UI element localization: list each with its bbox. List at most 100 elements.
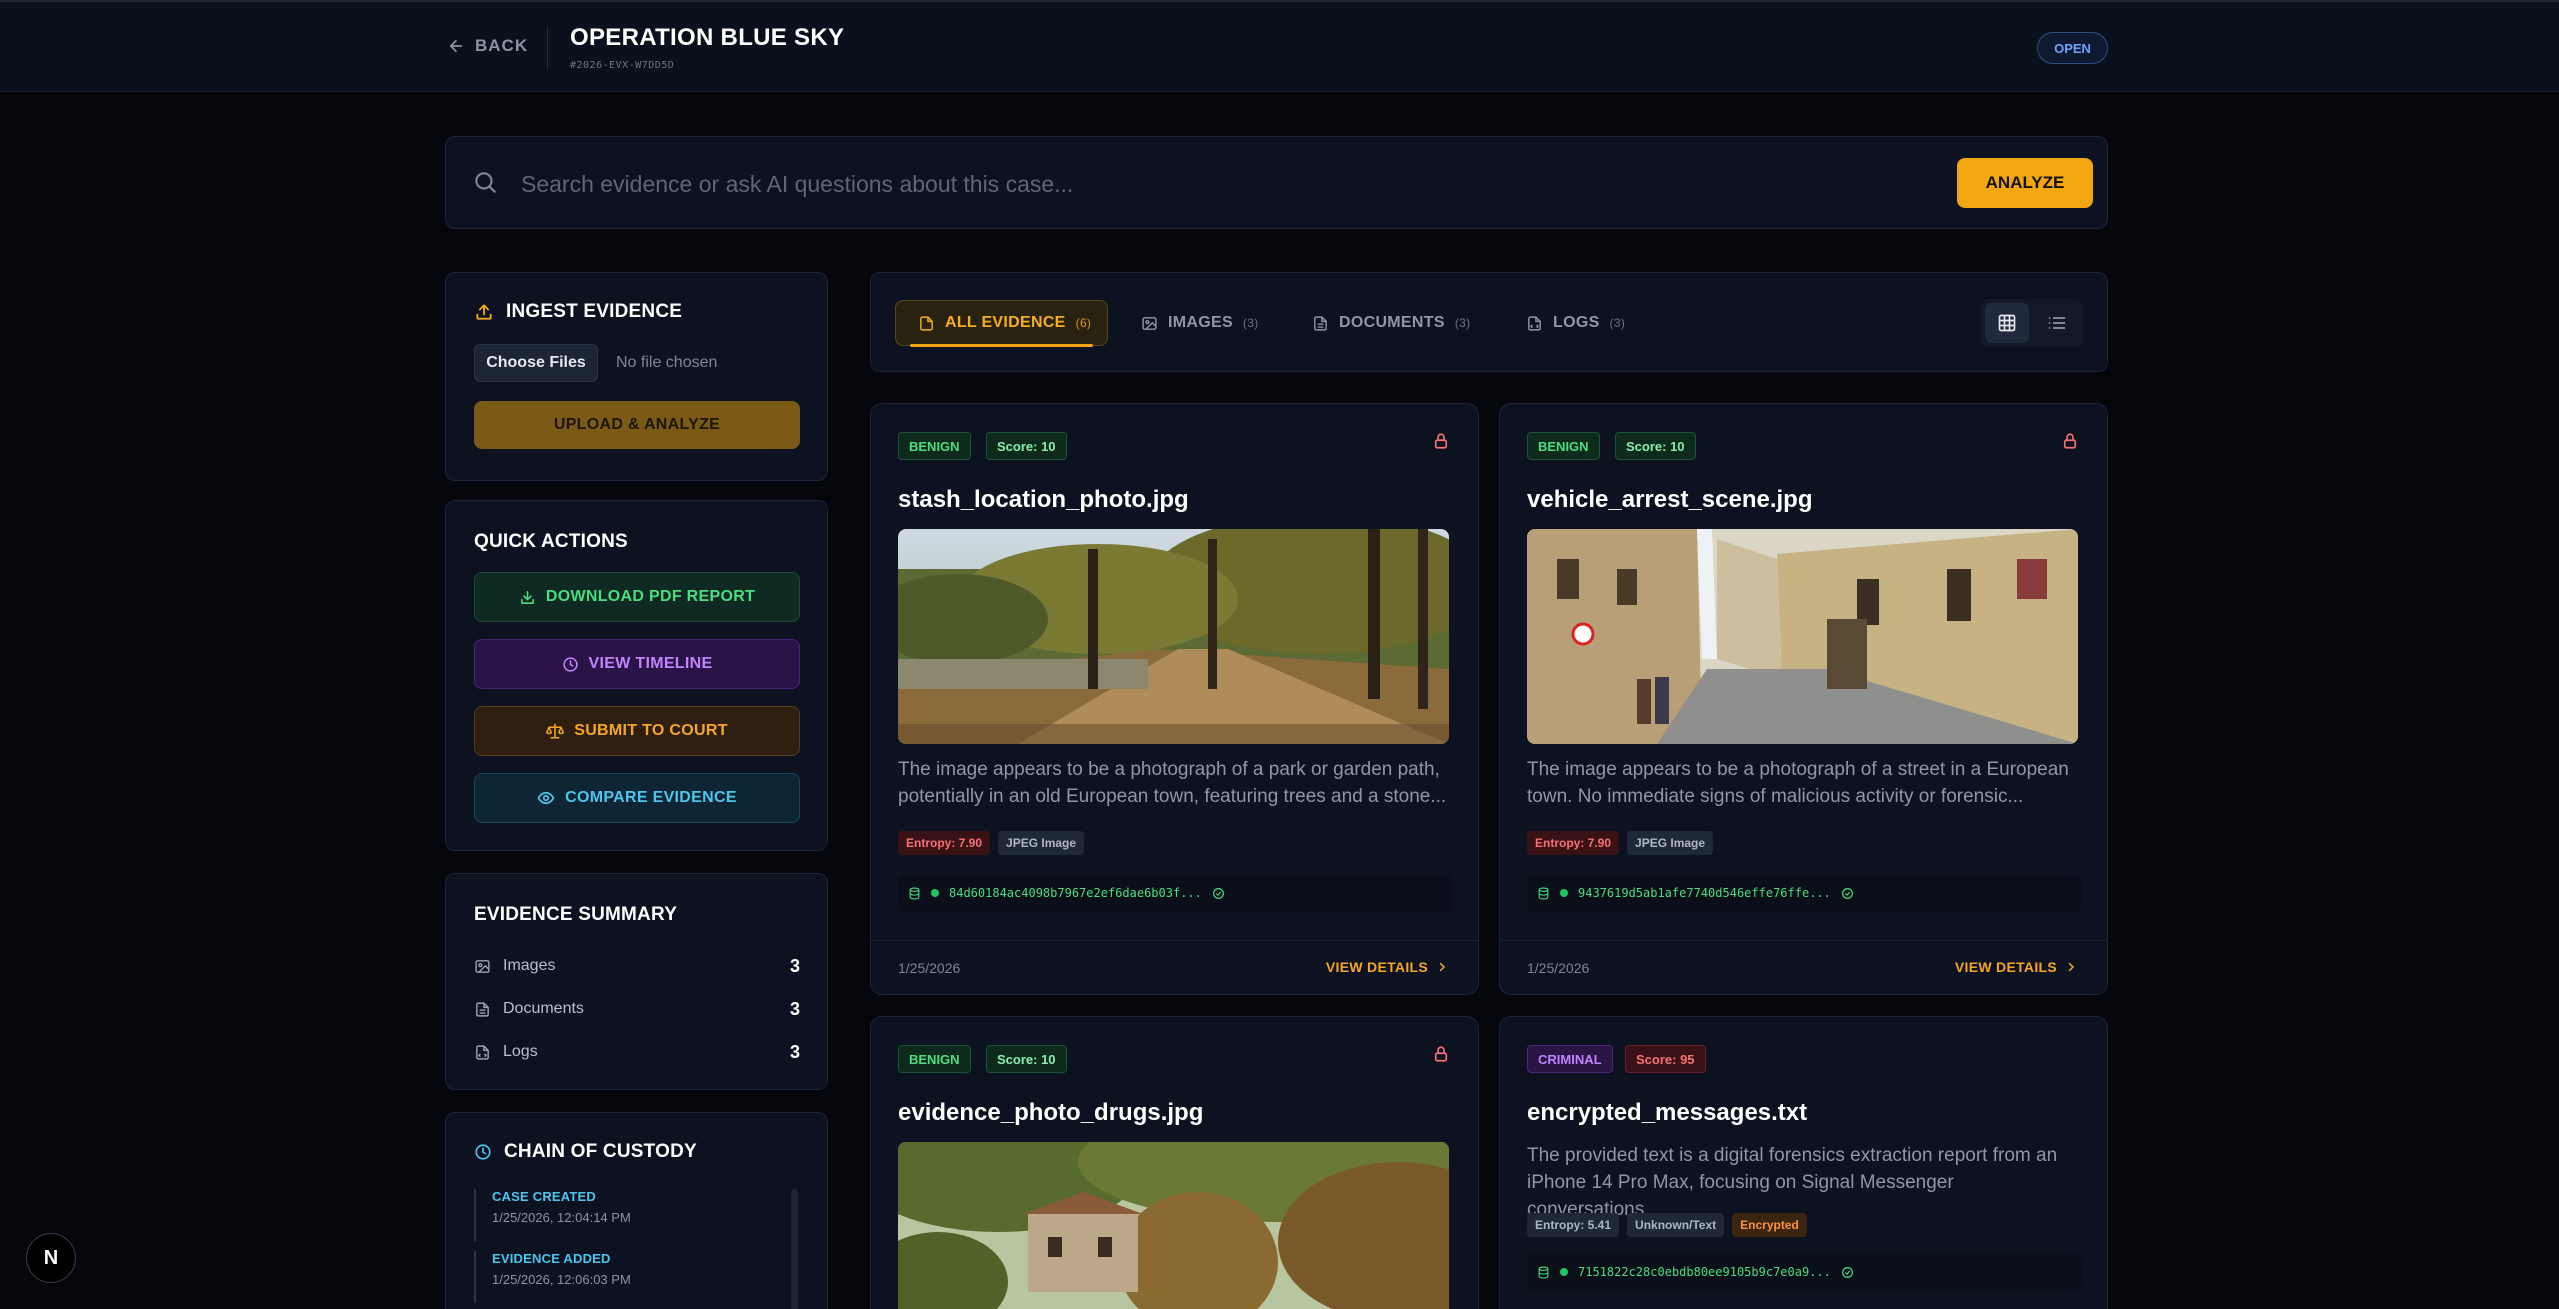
summary-title: EVIDENCE SUMMARY	[474, 904, 678, 925]
card-date: 1/25/2026	[898, 960, 961, 976]
document-icon	[1314, 315, 1327, 331]
evidence-card[interactable]: BENIGN Score: 10 stash_location_photo.jp…	[870, 403, 1479, 995]
score-badge: Score: 10	[1615, 432, 1696, 460]
scale-icon	[546, 723, 565, 739]
evidence-card[interactable]: BENIGN Score: 10 evidence_photo_drugs.jp…	[870, 1016, 1479, 1309]
card-title: vehicle_arrest_scene.jpg	[1527, 486, 1813, 513]
hash-value: 9437619d5ab1afe7740d546effe76ffe...	[1578, 886, 1831, 900]
custody-item: EVIDENCE ADDED 1/25/2026, 12:06:03 PM	[474, 1251, 774, 1303]
summary-row-images: Images 3	[474, 954, 800, 978]
quick-actions-title: QUICK ACTIONS	[474, 531, 628, 552]
download-icon	[520, 590, 534, 604]
compare-evidence-button[interactable]: COMPARE EVIDENCE	[474, 773, 800, 823]
card-footer: 1/25/2026 VIEW DETAILS	[871, 940, 1478, 994]
score-badge: Score: 10	[986, 1045, 1067, 1073]
lock-icon	[1434, 433, 1448, 449]
framework-dev-badge[interactable]: N	[26, 1233, 76, 1283]
card-meta: Entropy: 7.90 JPEG Image	[1527, 831, 1714, 855]
custody-scrollbar[interactable]	[791, 1189, 798, 1309]
search-icon	[475, 172, 496, 193]
chevron-right-icon	[2068, 962, 2075, 972]
custody-item: CASE CREATED 1/25/2026, 12:04:14 PM	[474, 1189, 774, 1241]
header-divider	[547, 26, 548, 70]
verdict-badge: BENIGN	[898, 1045, 971, 1073]
back-label: BACK	[475, 36, 529, 55]
view-details-link[interactable]: VIEW DETAILS	[1326, 959, 1448, 975]
quick-actions-panel: QUICK ACTIONS DOWNLOAD PDF REPORT VIEW T…	[445, 500, 828, 851]
tab-logs[interactable]: LOGS (3)	[1526, 300, 1625, 346]
upload-analyze-button[interactable]: UPLOAD & ANALYZE	[474, 401, 800, 449]
list-view-button[interactable]	[2035, 303, 2079, 343]
card-description: The image appears to be a photograph of …	[1527, 759, 2069, 807]
filetype-chip: JPEG Image	[998, 831, 1085, 855]
chain-of-custody-panel: CHAIN OF CUSTODY CASE CREATED 1/25/2026,…	[445, 1112, 828, 1309]
document-icon	[476, 1001, 489, 1017]
ingest-panel: INGEST EVIDENCE Choose Files No file cho…	[445, 272, 828, 481]
score-badge: Score: 95	[1625, 1045, 1706, 1073]
upload-icon	[476, 304, 492, 320]
view-toggle	[1981, 299, 2083, 347]
check-circle-icon	[1841, 887, 1853, 899]
verdict-badge: BENIGN	[898, 432, 971, 460]
evidence-thumbnail[interactable]	[898, 529, 1449, 744]
check-circle-icon	[1212, 887, 1224, 899]
lock-icon	[1434, 1046, 1448, 1062]
card-title: encrypted_messages.txt	[1527, 1099, 1808, 1126]
analyze-button[interactable]: ANALYZE	[1957, 158, 2093, 208]
card-meta: Entropy: 5.41 Unknown/Text Encrypted	[1527, 1213, 1807, 1237]
status-dot	[931, 889, 939, 897]
card-footer: 1/25/2026 VIEW DETAILS	[1500, 940, 2107, 994]
list-icon	[2048, 317, 2066, 329]
database-icon	[909, 887, 920, 899]
evidence-card[interactable]: BENIGN Score: 10 vehicle_arrest_scene.jp…	[1499, 403, 2108, 995]
image-icon	[1142, 316, 1157, 330]
card-date: 1/25/2026	[1527, 960, 1590, 976]
tab-documents[interactable]: DOCUMENTS (3)	[1312, 300, 1470, 346]
log-file-icon	[476, 1044, 489, 1060]
choose-files-button[interactable]: Choose Files	[474, 344, 598, 382]
download-pdf-button[interactable]: DOWNLOAD PDF REPORT	[474, 572, 800, 622]
hash-row: 7151822c28c0ebdb80ee9105b9c7e0a9...	[1527, 1253, 2082, 1291]
chevron-right-icon	[1439, 962, 1446, 972]
case-title: OPERATION BLUE SKY	[570, 24, 845, 51]
grid-icon	[1998, 314, 2016, 332]
lock-icon	[2063, 433, 2077, 449]
database-icon	[1538, 887, 1549, 899]
evidence-thumbnail[interactable]	[1527, 529, 2078, 744]
search-input[interactable]	[521, 164, 1821, 204]
grid-view-button[interactable]	[1985, 303, 2029, 343]
ingest-title: INGEST EVIDENCE	[474, 301, 682, 323]
entropy-chip: Entropy: 7.90	[898, 831, 991, 855]
hash-row: 84d60184ac4098b7967e2ef6dae6b03f...	[898, 874, 1453, 912]
submit-court-button[interactable]: SUBMIT TO COURT	[474, 706, 800, 756]
back-button[interactable]: BACK	[447, 36, 528, 56]
verdict-badge: BENIGN	[1527, 432, 1600, 460]
encrypted-chip: Encrypted	[1732, 1213, 1807, 1237]
tab-all-evidence[interactable]: ALL EVIDENCE (6)	[895, 300, 1108, 347]
evidence-thumbnail[interactable]	[898, 1142, 1449, 1309]
card-description: The image appears to be a photograph of …	[898, 759, 1447, 807]
summary-row-documents: Documents 3	[474, 997, 800, 1021]
arrow-left-icon	[449, 39, 463, 53]
evidence-tabs: ALL EVIDENCE (6) IMAGES (3) DOCUMENTS (3…	[870, 272, 2108, 372]
card-title: evidence_photo_drugs.jpg	[898, 1099, 1204, 1126]
evidence-card[interactable]: CRIMINAL Score: 95 encrypted_messages.tx…	[1499, 1016, 2108, 1309]
hash-value: 7151822c28c0ebdb80ee9105b9c7e0a9...	[1578, 1265, 1831, 1279]
hash-value: 84d60184ac4098b7967e2ef6dae6b03f...	[949, 886, 1202, 900]
hash-row: 9437619d5ab1afe7740d546effe76ffe...	[1527, 874, 2082, 912]
view-details-link[interactable]: VIEW DETAILS	[1955, 959, 2077, 975]
tab-images[interactable]: IMAGES (3)	[1141, 300, 1259, 346]
filetype-chip: Unknown/Text	[1627, 1213, 1725, 1237]
eye-icon	[537, 791, 555, 805]
image-icon	[475, 959, 490, 973]
verdict-badge: CRIMINAL	[1527, 1045, 1613, 1073]
case-status-badge: OPEN	[2037, 32, 2108, 64]
custody-title: CHAIN OF CUSTODY	[474, 1141, 697, 1163]
document-icon	[920, 315, 933, 331]
filetype-chip: JPEG Image	[1627, 831, 1714, 855]
view-timeline-button[interactable]: VIEW TIMELINE	[474, 639, 800, 689]
search-bar: ANALYZE	[445, 136, 2108, 229]
score-badge: Score: 10	[986, 432, 1067, 460]
summary-row-logs: Logs 3	[474, 1040, 800, 1064]
card-meta: Entropy: 7.90 JPEG Image	[898, 831, 1085, 855]
